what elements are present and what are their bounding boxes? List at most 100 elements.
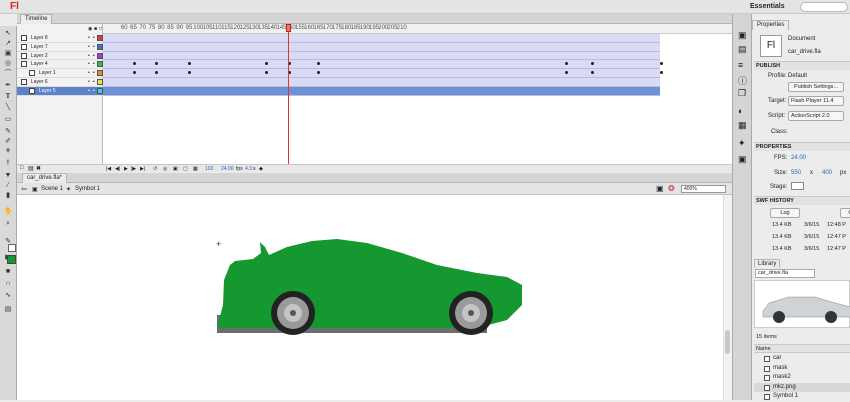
layer-row[interactable]: Layer 5 • • bbox=[17, 86, 103, 96]
edit-symbols-icon[interactable]: ❂ bbox=[668, 184, 675, 193]
publish-settings-button[interactable]: Publish Settings... bbox=[788, 82, 844, 92]
tab-properties[interactable]: Properties bbox=[752, 20, 790, 30]
keyframe-marker[interactable] bbox=[660, 71, 663, 75]
lock-toggle-icon[interactable]: • bbox=[93, 34, 95, 42]
visibility-toggle-icon[interactable]: • bbox=[88, 43, 90, 51]
frame-span[interactable] bbox=[103, 34, 660, 43]
free-transform-icon[interactable]: ▣ bbox=[2, 50, 14, 58]
tab-timeline[interactable]: Timeline bbox=[20, 14, 53, 24]
tab-document[interactable]: car_drive.fla* bbox=[22, 173, 68, 183]
layer-row[interactable]: Layer 1 • • bbox=[17, 69, 103, 78]
eraser-icon[interactable]: ▮ bbox=[2, 192, 14, 200]
fill-color-swatch[interactable] bbox=[7, 255, 16, 264]
object-drawing-icon[interactable]: ▤ bbox=[2, 306, 14, 314]
eyedropper-icon[interactable]: ∕ bbox=[2, 182, 14, 190]
subselection-icon[interactable]: ↗ bbox=[2, 40, 14, 48]
layer-name[interactable]: Layer 2 bbox=[31, 52, 48, 60]
visibility-toggle-icon[interactable]: • bbox=[88, 87, 90, 95]
visibility-toggle-icon[interactable]: • bbox=[88, 52, 90, 60]
code-snippets-icon[interactable]: ✦ bbox=[738, 138, 746, 149]
new-folder-icon[interactable]: ▤ bbox=[28, 165, 34, 172]
layer-row[interactable]: Layer 7 • • bbox=[17, 43, 103, 52]
layer-row[interactable]: Layer 2 • • bbox=[17, 52, 103, 61]
frame-span[interactable] bbox=[103, 86, 660, 96]
layer-name[interactable]: Layer 7 bbox=[31, 43, 48, 51]
layer-row[interactable]: Layer 6 • • bbox=[17, 78, 103, 87]
playhead-handle[interactable] bbox=[286, 24, 291, 32]
stage-vertical-scrollbar[interactable] bbox=[723, 195, 732, 400]
frame-span[interactable] bbox=[103, 78, 660, 87]
show-hide-all-icon[interactable]: ◉ bbox=[88, 26, 92, 32]
deco-icon[interactable]: ⚘ bbox=[2, 148, 14, 156]
properties-section-header[interactable]: PROPERTIES bbox=[754, 142, 850, 151]
library-item[interactable]: car bbox=[754, 354, 850, 363]
pen-icon[interactable]: ✒ bbox=[2, 82, 14, 90]
log-button[interactable]: Log bbox=[770, 208, 800, 218]
library-item[interactable]: mkz.png bbox=[754, 382, 850, 392]
layer-name[interactable]: Layer 1 bbox=[39, 69, 56, 77]
edit-multiple-icon[interactable]: ▦ bbox=[193, 166, 198, 172]
frame-ruler[interactable]: 60 65 70 75 80 85 90 95 100 105 110 115 120 125 130 135… bbox=[103, 24, 732, 34]
layer-row[interactable]: Layer 8 • • bbox=[17, 34, 103, 43]
stage-color-swatch[interactable] bbox=[791, 182, 804, 190]
tab-library[interactable]: Library bbox=[754, 259, 781, 268]
onion-outline-icon[interactable]: ▢ bbox=[183, 166, 188, 172]
visibility-toggle-icon[interactable]: • bbox=[88, 34, 90, 42]
breadcrumb-symbol[interactable]: Symbol 1 bbox=[75, 186, 100, 192]
info-panel-icon[interactable]: ⓘ bbox=[738, 74, 747, 87]
rectangle-icon[interactable]: ▭ bbox=[2, 116, 14, 124]
pencil-icon[interactable]: ✎ bbox=[2, 128, 14, 136]
align-panel-icon[interactable]: ≡ bbox=[738, 60, 743, 70]
layer-name[interactable]: Layer 4 bbox=[31, 60, 48, 68]
current-frame[interactable]: 103 bbox=[205, 166, 213, 172]
stage-height[interactable]: 400 bbox=[822, 170, 832, 176]
visibility-toggle-icon[interactable]: • bbox=[88, 69, 90, 77]
loop-icon[interactable]: ↺ bbox=[153, 166, 157, 172]
library-column-header[interactable]: Name bbox=[754, 344, 850, 353]
scroll-to-playhead-icon[interactable]: ◆ bbox=[259, 166, 263, 172]
library-item[interactable]: mask2 bbox=[754, 373, 850, 382]
go-last-icon[interactable]: ▶| bbox=[140, 166, 145, 172]
swatches-panel-icon[interactable]: ▦ bbox=[738, 120, 747, 131]
lock-toggle-icon[interactable]: • bbox=[93, 78, 95, 86]
paint-bucket-icon[interactable]: ▼ bbox=[2, 172, 14, 180]
layer-name[interactable]: Layer 8 bbox=[31, 34, 48, 42]
center-frame-icon[interactable]: ◎ bbox=[163, 166, 167, 172]
hand-icon[interactable]: ✋ bbox=[2, 208, 14, 216]
onion-skin-icon[interactable]: ▣ bbox=[173, 166, 178, 172]
snap-magnet-icon[interactable]: ∩ bbox=[2, 280, 14, 288]
help-search-input[interactable] bbox=[800, 2, 848, 12]
frame-span[interactable] bbox=[103, 69, 660, 78]
frame-span[interactable] bbox=[103, 51, 660, 61]
outline-all-icon[interactable]: □ bbox=[99, 26, 102, 32]
text-icon[interactable]: T bbox=[2, 92, 14, 100]
fps-value[interactable]: 24.00 bbox=[791, 155, 806, 161]
layer-row[interactable]: Layer 4 • • bbox=[17, 60, 103, 70]
color-panel-icon[interactable]: ◐ bbox=[738, 106, 743, 116]
lasso-icon[interactable]: ⌒ bbox=[2, 70, 14, 78]
3d-rotation-icon[interactable]: ◎ bbox=[2, 60, 14, 68]
components-panel-icon[interactable]: ▣ bbox=[738, 154, 747, 165]
swap-colors-icon[interactable]: ■ bbox=[2, 268, 14, 276]
line-icon[interactable]: ╲ bbox=[2, 104, 14, 112]
library-document-select[interactable]: car_drive.fla bbox=[755, 269, 815, 278]
visibility-toggle-icon[interactable]: • bbox=[88, 60, 90, 68]
target-select[interactable]: Flash Player 11.4 bbox=[788, 96, 844, 106]
frame-span[interactable] bbox=[103, 60, 660, 70]
library-panel-icon[interactable]: ▤ bbox=[738, 44, 747, 55]
zoom-icon[interactable]: ⌕ bbox=[2, 220, 14, 228]
timeline-frames[interactable]: 60 65 70 75 80 85 90 95 100 105 110 115 120 125 130 135… bbox=[103, 24, 732, 172]
name-column-header[interactable]: Name bbox=[756, 345, 771, 353]
library-item[interactable]: mask bbox=[754, 364, 850, 373]
transform-panel-icon[interactable]: ❐ bbox=[738, 88, 746, 99]
selection-icon[interactable]: ↖ bbox=[2, 30, 14, 38]
visibility-toggle-icon[interactable]: • bbox=[88, 78, 90, 86]
lock-toggle-icon[interactable]: • bbox=[93, 52, 95, 60]
straighten-icon[interactable]: ∿ bbox=[2, 292, 14, 300]
stage-scroll-thumb[interactable] bbox=[725, 330, 730, 354]
frame-span[interactable] bbox=[103, 42, 660, 52]
go-first-icon[interactable]: |◀ bbox=[106, 166, 111, 172]
workspace-switcher[interactable]: Essentials bbox=[750, 3, 785, 10]
frame-rate[interactable]: 24.00 bbox=[221, 166, 234, 172]
stage-canvas[interactable]: + bbox=[17, 195, 723, 400]
